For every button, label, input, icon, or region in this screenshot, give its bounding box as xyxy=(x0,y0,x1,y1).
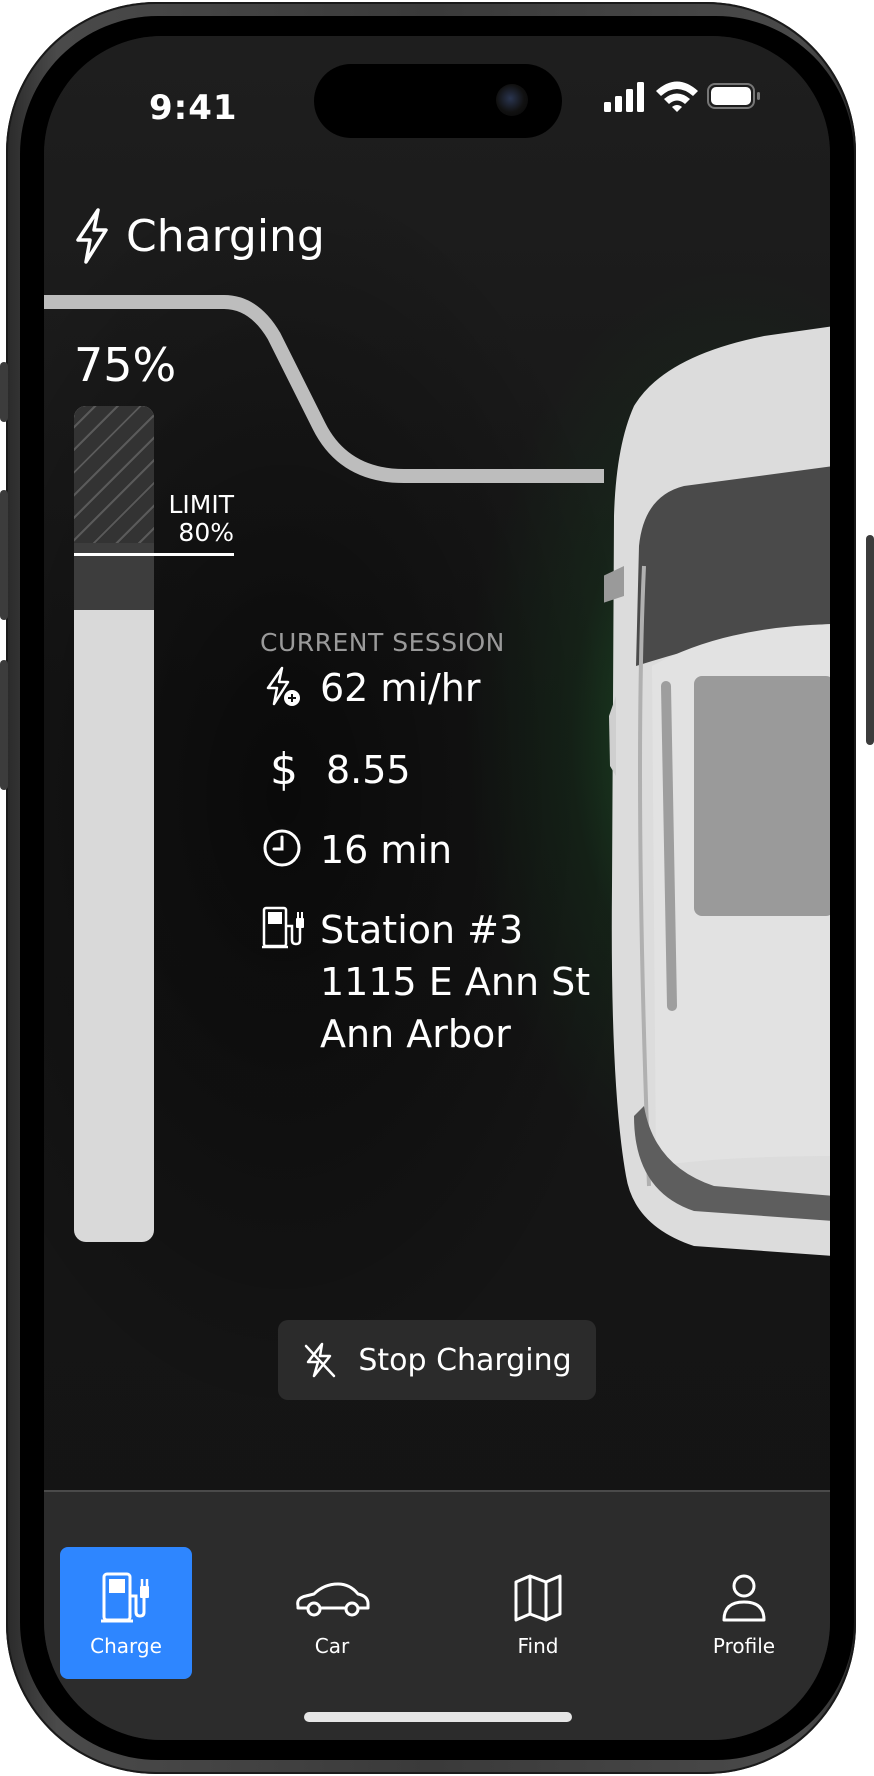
session-heading: CURRENT SESSION xyxy=(260,628,505,657)
car-image xyxy=(604,326,830,1256)
status-icons xyxy=(604,81,760,112)
person-icon xyxy=(722,1574,766,1622)
station-row: Station #3 1115 E Ann St Ann Arbor xyxy=(260,904,590,1060)
tab-label: Find xyxy=(517,1634,559,1658)
bolt-icon xyxy=(76,208,108,264)
signal-icon xyxy=(604,82,644,112)
volume-up-button xyxy=(0,490,8,620)
stop-charging-button[interactable]: Stop Charging xyxy=(278,1320,596,1400)
power-button xyxy=(866,535,874,745)
tab-charge[interactable]: Charge xyxy=(60,1547,192,1679)
stop-charging-label: Stop Charging xyxy=(358,1342,572,1378)
action-button xyxy=(0,362,8,422)
status-time: 9:41 xyxy=(149,88,238,128)
charge-rate-row: 62 mi/hr xyxy=(260,662,481,714)
svg-text:$: $ xyxy=(270,744,298,792)
station-street: 1115 E Ann St xyxy=(320,960,591,1004)
home-indicator[interactable] xyxy=(304,1712,572,1722)
tab-profile[interactable]: Profile xyxy=(678,1547,810,1679)
cost-value: 8.55 xyxy=(326,748,411,792)
charging-station-icon xyxy=(262,906,304,949)
duration-value: 16 min xyxy=(320,828,453,872)
limit-label: LIMIT 80% xyxy=(154,491,234,547)
battery-percent: 75% xyxy=(74,338,177,392)
page-title: Charging xyxy=(126,210,325,262)
wifi-icon xyxy=(656,81,698,112)
tab-label: Profile xyxy=(712,1634,776,1658)
cost-row: $ 8.55 xyxy=(260,744,411,796)
battery-status-icon xyxy=(707,83,760,109)
page-header: Charging xyxy=(72,206,325,266)
duration-row: 16 min xyxy=(260,824,452,876)
map-icon xyxy=(514,1574,562,1622)
station-city: Ann Arbor xyxy=(320,1012,511,1056)
dollar-icon: $ xyxy=(270,744,298,792)
charge-rate-value: 62 mi/hr xyxy=(320,666,481,710)
battery-limit-region xyxy=(74,406,154,543)
tab-car[interactable]: Car xyxy=(266,1547,398,1679)
battery-gauge xyxy=(74,406,154,1242)
limit-marker[interactable] xyxy=(74,553,234,556)
charging-station-icon xyxy=(101,1572,149,1623)
volume-down-button xyxy=(0,660,8,790)
screen: 9:41 Charging 75% LIMIT 80% CURRENT SESS… xyxy=(44,36,830,1740)
no-charge-icon xyxy=(305,1342,336,1378)
limit-title: LIMIT xyxy=(168,490,234,519)
tab-find[interactable]: Find xyxy=(472,1547,604,1679)
clock-icon xyxy=(263,829,301,867)
station-name: Station #3 xyxy=(320,908,524,952)
limit-value: 80% xyxy=(178,518,234,547)
tab-label: Car xyxy=(314,1634,350,1658)
camera-icon xyxy=(496,84,528,116)
charge-rate-icon xyxy=(266,666,300,706)
car-icon xyxy=(296,1582,370,1617)
tab-label: Charge xyxy=(90,1634,162,1658)
